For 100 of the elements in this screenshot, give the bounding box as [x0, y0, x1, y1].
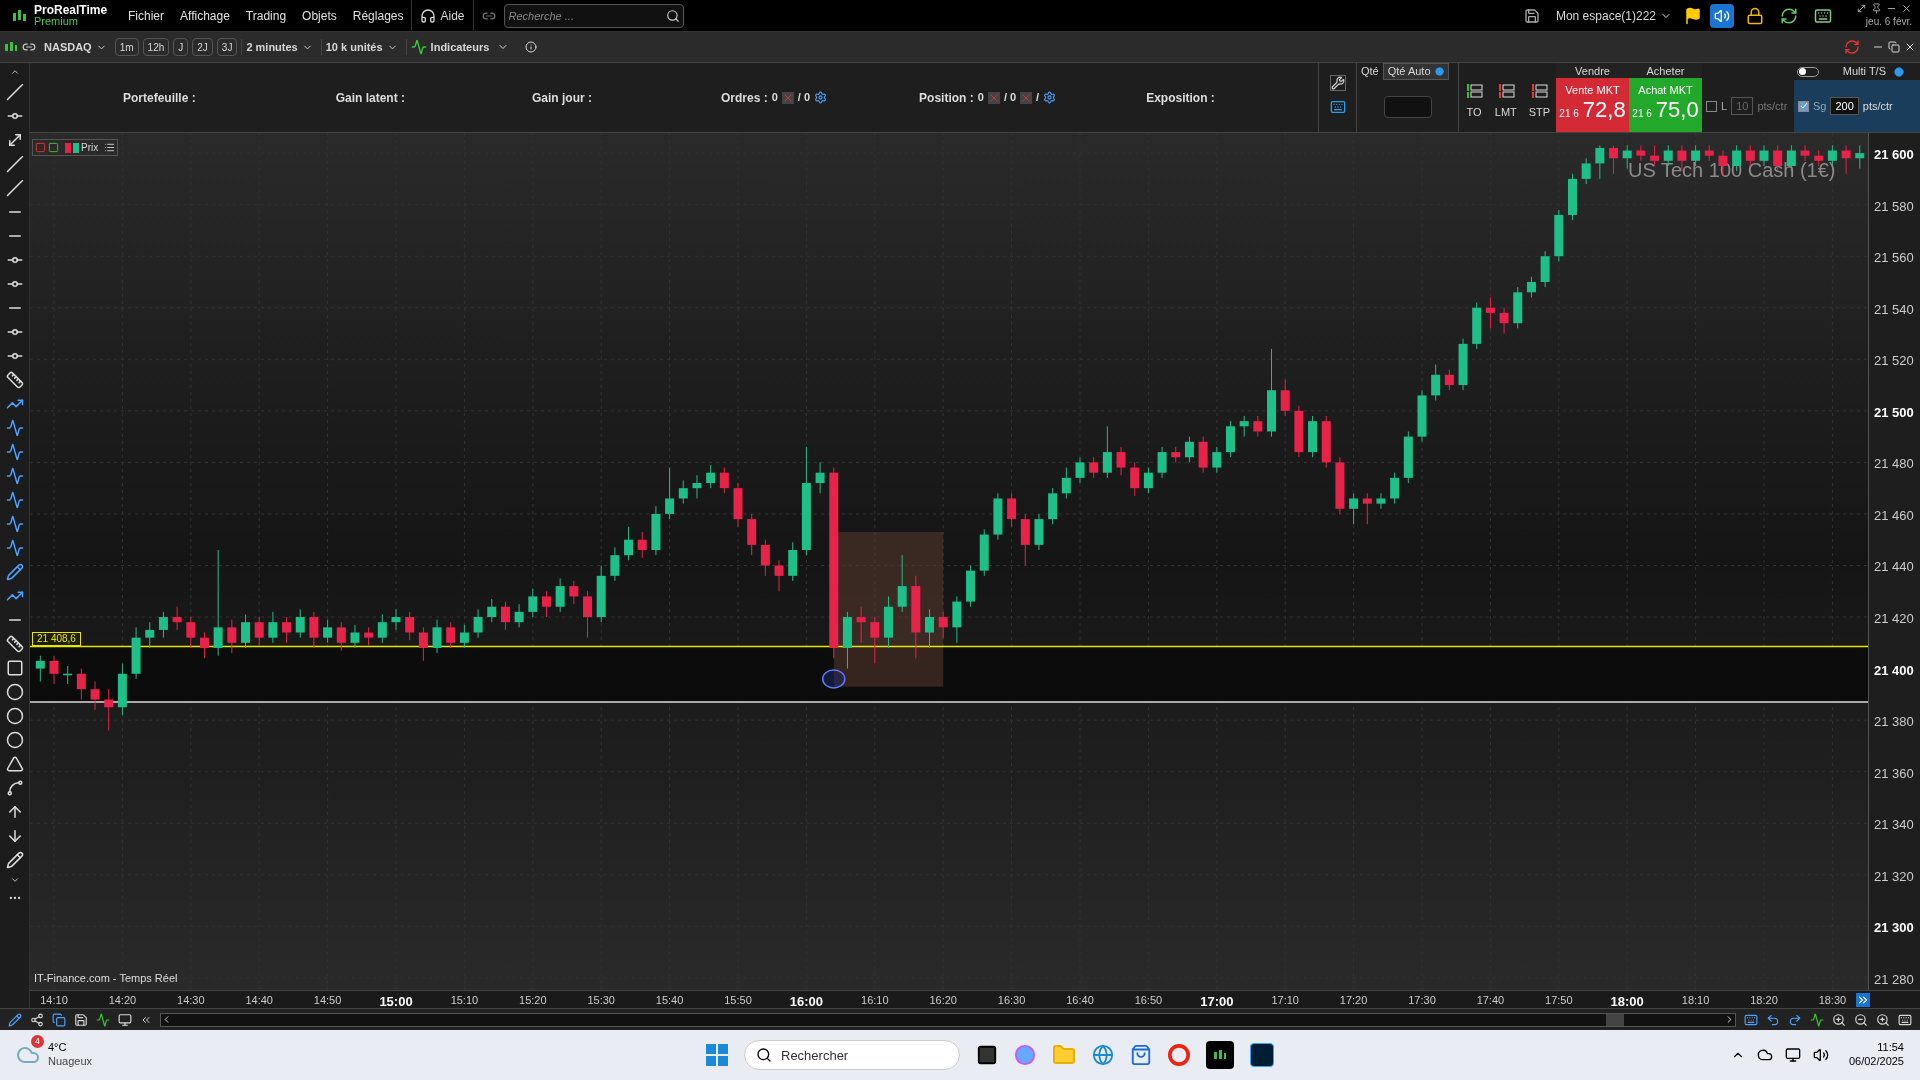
quantity-tab[interactable]: Qté: [1357, 63, 1383, 80]
expand-icon[interactable]: [1856, 2, 1867, 14]
settings-icon[interactable]: [1043, 91, 1057, 104]
menu-item[interactable]: Réglages: [352, 6, 404, 25]
cancel-icon[interactable]: [781, 91, 794, 104]
save-icon[interactable]: [1523, 7, 1540, 24]
zoom-in-icon[interactable]: [1876, 1012, 1890, 1027]
sync-icon[interactable]: [1780, 6, 1798, 25]
menu-item[interactable]: Objets: [302, 6, 337, 25]
drawing-tool-icon[interactable]: [5, 539, 24, 557]
trading-app-icon[interactable]: [1206, 1041, 1234, 1069]
candlestick: [1089, 456, 1099, 479]
scroll-thumb[interactable]: [1606, 1013, 1624, 1026]
limit-checkbox[interactable]: [1798, 100, 1809, 112]
lock-icon[interactable]: [1746, 6, 1764, 25]
drawing-tool-icon[interactable]: [5, 659, 24, 677]
price-tick: 21 480: [1874, 455, 1914, 474]
close-icon[interactable]: [1904, 41, 1916, 53]
drawing-tool-icon[interactable]: [5, 443, 24, 461]
order-type-button[interactable]: TO: [1464, 82, 1483, 121]
zoom-icon[interactable]: [1832, 1012, 1846, 1027]
store-icon[interactable]: [1130, 1044, 1152, 1066]
share-icon[interactable]: [30, 1012, 44, 1027]
candlestick: [391, 608, 401, 631]
candlestick: [719, 467, 729, 494]
quantity-field[interactable]: [1383, 96, 1432, 118]
candlestick: [104, 688, 114, 731]
copy-icon[interactable]: [52, 1012, 66, 1027]
legend-button[interactable]: Prix: [61, 140, 103, 155]
instrument-dropdown[interactable]: NASDAQ: [40, 38, 111, 56]
menu-item[interactable]: Trading: [245, 6, 287, 25]
drawing-tool-icon[interactable]: [5, 563, 24, 581]
sell-market-button[interactable]: Vente MKT 21 6 72,8: [1556, 78, 1629, 132]
indicator-chart-icon: [410, 39, 427, 55]
zoom-out-icon[interactable]: [1854, 1012, 1868, 1027]
close-icon[interactable]: [1901, 2, 1912, 14]
cancel-icon[interactable]: [1020, 91, 1033, 104]
save-icon[interactable]: [74, 1012, 88, 1027]
pencil-icon[interactable]: [8, 1012, 22, 1027]
pin-icon[interactable]: [1871, 2, 1882, 14]
scroll-right-icon[interactable]: [1724, 1014, 1735, 1025]
units-dropdown[interactable]: 10 k unités: [320, 38, 402, 56]
search-field[interactable]: Recherche ...: [503, 3, 684, 28]
settings-icon[interactable]: [814, 91, 828, 104]
help-bubble-icon[interactable]: [1894, 66, 1904, 77]
order-type-button[interactable]: STP: [1528, 82, 1551, 121]
taskbar-search-field[interactable]: Rechercher: [744, 1040, 960, 1070]
drawing-tool-icon[interactable]: [5, 779, 24, 797]
undo-icon[interactable]: [1766, 1012, 1780, 1027]
redo-icon[interactable]: [1788, 1012, 1802, 1027]
list-icon[interactable]: [104, 142, 116, 153]
search-icon[interactable]: [756, 1047, 772, 1063]
order-type-button[interactable]: LMT: [1494, 82, 1517, 121]
menu-item[interactable]: Affichage: [180, 6, 230, 25]
period-button[interactable]: 2J: [192, 38, 213, 56]
interval-dropdown[interactable]: 2 minutes: [241, 38, 317, 56]
scroll-right-icon[interactable]: [1856, 993, 1870, 1007]
refresh-icon[interactable]: [1844, 39, 1860, 55]
unrealized-gain-label: Gain latent :: [335, 89, 406, 107]
candlestick: [1075, 456, 1085, 484]
limit-checkbox[interactable]: [1706, 100, 1717, 112]
period-button[interactable]: J: [173, 38, 189, 56]
search-icon[interactable]: [665, 8, 680, 23]
period-button[interactable]: 12h: [142, 38, 170, 56]
task-view-icon[interactable]: [976, 1044, 998, 1066]
drawing-tool-icon[interactable]: [5, 491, 24, 509]
link-icon[interactable]: [22, 40, 36, 54]
keyboard-icon[interactable]: [1329, 99, 1346, 115]
monitor-icon[interactable]: [1784, 1047, 1801, 1063]
collapse-icon[interactable]: [9, 67, 20, 77]
drawing-tool-icon[interactable]: [5, 419, 24, 437]
candles-icon[interactable]: [4, 40, 18, 54]
drawing-tool-icon[interactable]: [5, 515, 24, 533]
opera-icon[interactable]: [1168, 1044, 1190, 1066]
quantity-tab[interactable]: Qté Auto: [1382, 63, 1449, 80]
restore-icon[interactable]: [1888, 41, 1900, 53]
windows-icon[interactable]: [706, 1044, 728, 1066]
indicators-button[interactable]: Indicateurs: [405, 38, 494, 56]
menu-item[interactable]: Fichier: [128, 6, 164, 25]
window-icon[interactable]: [118, 1012, 132, 1027]
drawing-tool-icon[interactable]: [5, 467, 24, 485]
keyboard-icon[interactable]: [1898, 1012, 1912, 1027]
scrollbar[interactable]: [160, 1012, 1736, 1027]
cancel-icon[interactable]: [987, 91, 1000, 104]
limit-field[interactable]: 200: [1830, 96, 1859, 116]
period-button[interactable]: 3J: [216, 38, 238, 56]
candlestick: [49, 655, 59, 685]
indicator-icon[interactable]: [96, 1012, 110, 1027]
wrench-icon[interactable]: [1329, 75, 1346, 91]
workspace-dropdown[interactable]: Mon espace(1)222: [1555, 6, 1672, 25]
info-icon[interactable]: [525, 41, 538, 53]
cloud-icon[interactable]: [1756, 1047, 1773, 1063]
help-button[interactable]: Aide: [412, 0, 474, 31]
period-button[interactable]: 1m: [114, 38, 139, 56]
browser-icon[interactable]: [1092, 1044, 1114, 1066]
sound-button[interactable]: [1710, 3, 1734, 28]
speaker-icon[interactable]: [1812, 1047, 1829, 1063]
expand-icon[interactable]: [9, 875, 20, 885]
flag-icon[interactable]: [1684, 6, 1702, 25]
indicator-icon[interactable]: [1810, 1012, 1824, 1027]
